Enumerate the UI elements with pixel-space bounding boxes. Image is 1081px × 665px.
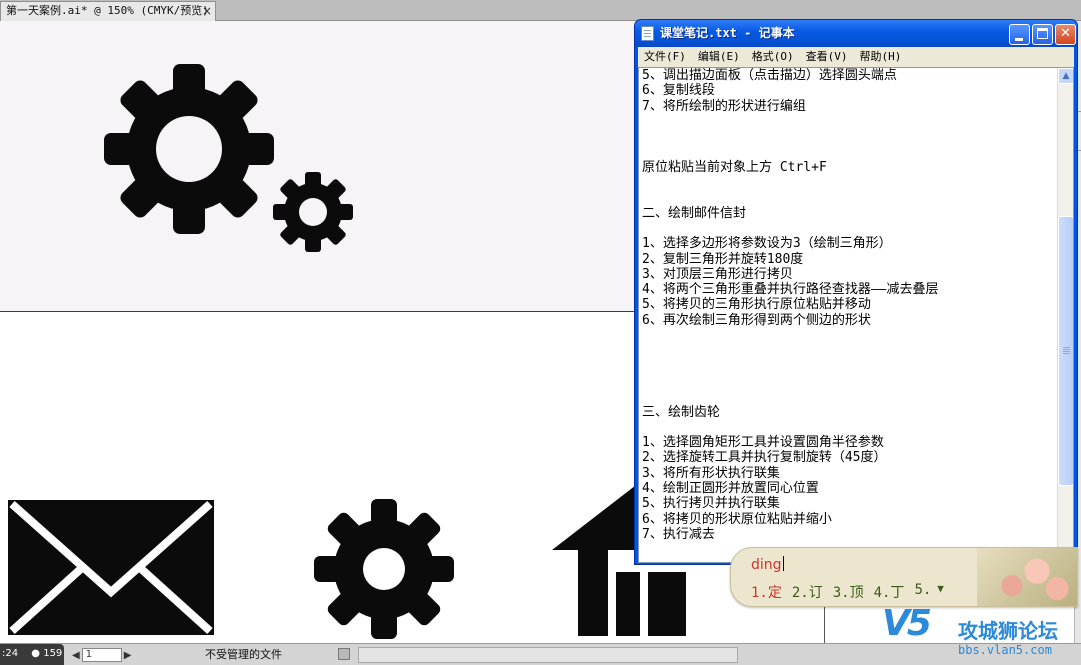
- notepad-window: 课堂笔记.txt - 记事本 ✕ 文件(F) 编辑(E) 格式(O) 查看(V)…: [634, 19, 1078, 565]
- minimize-icon: [1015, 38, 1023, 41]
- user-icon: ●: [31, 648, 41, 659]
- ime-candidate[interactable]: 1.定: [751, 582, 782, 602]
- text-line[interactable]: 5、将拷贝的三角形执行原位粘贴并移动: [642, 297, 1052, 312]
- text-line[interactable]: 三、绘制齿轮: [642, 405, 1052, 420]
- text-line[interactable]: [642, 420, 1052, 435]
- text-line[interactable]: 6、将拷贝的形状原位粘贴并缩小: [642, 512, 1052, 527]
- window-title: 课堂笔记.txt - 记事本: [660, 26, 795, 40]
- menu-help[interactable]: 帮助(H): [854, 47, 908, 67]
- text-line[interactable]: 1、选择圆角矩形工具并设置圆角半径参数: [642, 435, 1052, 450]
- text-line[interactable]: 5、调出描边面板（点击描边）选择圆头端点: [642, 68, 1052, 83]
- text-line[interactable]: 4、绘制正圆形并放置同心位置: [642, 481, 1052, 496]
- ime-candidates: 1.定 2.订 3.顶 4.丁 5. ▼: [751, 582, 944, 602]
- status-menu-button[interactable]: [338, 648, 350, 660]
- user-count: 159: [43, 648, 63, 659]
- scroll-up-icon[interactable]: ▲: [1058, 68, 1073, 84]
- text-line[interactable]: 2、复制三角形并旋转180度: [642, 252, 1052, 267]
- gear-artwork[interactable]: [310, 498, 458, 646]
- notepad-titlebar[interactable]: 课堂笔记.txt - 记事本 ✕: [635, 20, 1077, 47]
- notepad-body: 文件(F) 编辑(E) 格式(O) 查看(V) 帮助(H) 5、调出描边面板（点…: [638, 47, 1074, 563]
- document-tab-bar: 第一天案例.ai* @ 150% (CMYK/预览) ×: [0, 0, 1081, 21]
- watermark-logo: V5: [882, 603, 932, 644]
- ime-skin-flower-image: [977, 548, 1077, 606]
- document-tab[interactable]: 第一天案例.ai* @ 150% (CMYK/预览) ×: [0, 1, 216, 21]
- menu-format[interactable]: 格式(O): [746, 47, 800, 67]
- text-line[interactable]: [642, 359, 1052, 374]
- ime-candidate[interactable]: 3.顶: [833, 582, 864, 602]
- text-line[interactable]: 6、复制线段: [642, 83, 1052, 98]
- ime-candidate[interactable]: 5.: [914, 582, 931, 602]
- ime-candidate[interactable]: 4.丁: [874, 582, 905, 602]
- text-line[interactable]: 3、对顶层三角形进行拷贝: [642, 267, 1052, 282]
- gears-artwork[interactable]: [90, 64, 360, 254]
- text-line[interactable]: 原位粘贴当前对象上方 Ctrl+F: [642, 160, 1052, 175]
- chevron-down-icon[interactable]: ▼: [937, 582, 944, 602]
- text-line[interactable]: [642, 328, 1052, 343]
- page-field[interactable]: 1: [81, 648, 122, 662]
- ime-composition: ding: [751, 556, 784, 573]
- text-line[interactable]: [642, 343, 1052, 358]
- ime-input-text: ding: [751, 557, 782, 573]
- file-status[interactable]: 不受管理的文件: [205, 645, 335, 665]
- text-line[interactable]: 二、绘制邮件信封: [642, 206, 1052, 221]
- maximize-icon: [1037, 28, 1048, 39]
- prev-page-icon[interactable]: ◀: [72, 650, 80, 661]
- text-line[interactable]: 2、选择旋转工具并执行复制旋转（45度）: [642, 450, 1052, 465]
- text-line[interactable]: [642, 389, 1052, 404]
- text-line[interactable]: [642, 129, 1052, 144]
- page-navigator: ◀ 1 ▶: [72, 647, 131, 663]
- text-line[interactable]: [642, 144, 1052, 159]
- time-badge: :24 ● 159: [0, 644, 64, 665]
- envelope-artwork[interactable]: [8, 500, 214, 635]
- text-line[interactable]: 4、将两个三角形重叠并执行路径查找器——减去叠层: [642, 282, 1052, 297]
- time-text: :24: [2, 648, 19, 659]
- ime-candidate-window: ding 1.定 2.订 3.顶 4.丁 5. ▼: [730, 547, 1078, 607]
- text-line[interactable]: [642, 374, 1052, 389]
- text-line[interactable]: 5、执行拷贝并执行联集: [642, 496, 1052, 511]
- watermark-name: 攻城狮论坛: [958, 619, 1058, 643]
- text-line[interactable]: 3、将所有形状执行联集: [642, 466, 1052, 481]
- close-icon: ✕: [1060, 26, 1071, 41]
- horizontal-scrollbar[interactable]: [358, 647, 738, 663]
- menu-view[interactable]: 查看(V): [800, 47, 854, 67]
- minimize-button[interactable]: [1009, 24, 1030, 45]
- menu-edit[interactable]: 编辑(E): [692, 47, 746, 67]
- text-line[interactable]: [642, 190, 1052, 205]
- maximize-button[interactable]: [1032, 24, 1053, 45]
- watermark-url: bbs.vlan5.com: [958, 643, 1052, 657]
- text-editor[interactable]: 5、调出描边面板（点击描边）选择圆头端点 6、复制线段 7、将所绘制的形状进行编组原…: [638, 67, 1074, 563]
- close-button[interactable]: ✕: [1055, 24, 1076, 45]
- next-page-icon[interactable]: ▶: [124, 650, 132, 661]
- vertical-scrollbar[interactable]: ▲: [1057, 68, 1073, 562]
- text-line[interactable]: 1、选择多边形将参数设为3（绘制三角形）: [642, 236, 1052, 251]
- document-tab-label: 第一天案例.ai* @ 150% (CMYK/预览): [6, 4, 209, 17]
- text-line[interactable]: 6、再次绘制三角形得到两个侧边的形状: [642, 313, 1052, 328]
- close-icon[interactable]: ×: [202, 2, 212, 20]
- text-line[interactable]: [642, 114, 1052, 129]
- text-content[interactable]: 5、调出描边面板（点击描边）选择圆头端点 6、复制线段 7、将所绘制的形状进行编组原…: [642, 68, 1052, 562]
- text-line[interactable]: [642, 221, 1052, 236]
- ime-candidate[interactable]: 2.订: [792, 582, 823, 602]
- site-watermark: V5 攻城狮论坛 bbs.vlan5.com: [876, 601, 1081, 665]
- menu-bar: 文件(F) 编辑(E) 格式(O) 查看(V) 帮助(H): [638, 47, 1074, 67]
- text-line[interactable]: 7、将所绘制的形状进行编组: [642, 99, 1052, 114]
- notepad-icon: [641, 26, 654, 41]
- text-line[interactable]: 7、执行减去: [642, 527, 1052, 542]
- scroll-thumb[interactable]: [1058, 216, 1073, 486]
- menu-file[interactable]: 文件(F): [638, 47, 692, 67]
- text-line[interactable]: [642, 175, 1052, 190]
